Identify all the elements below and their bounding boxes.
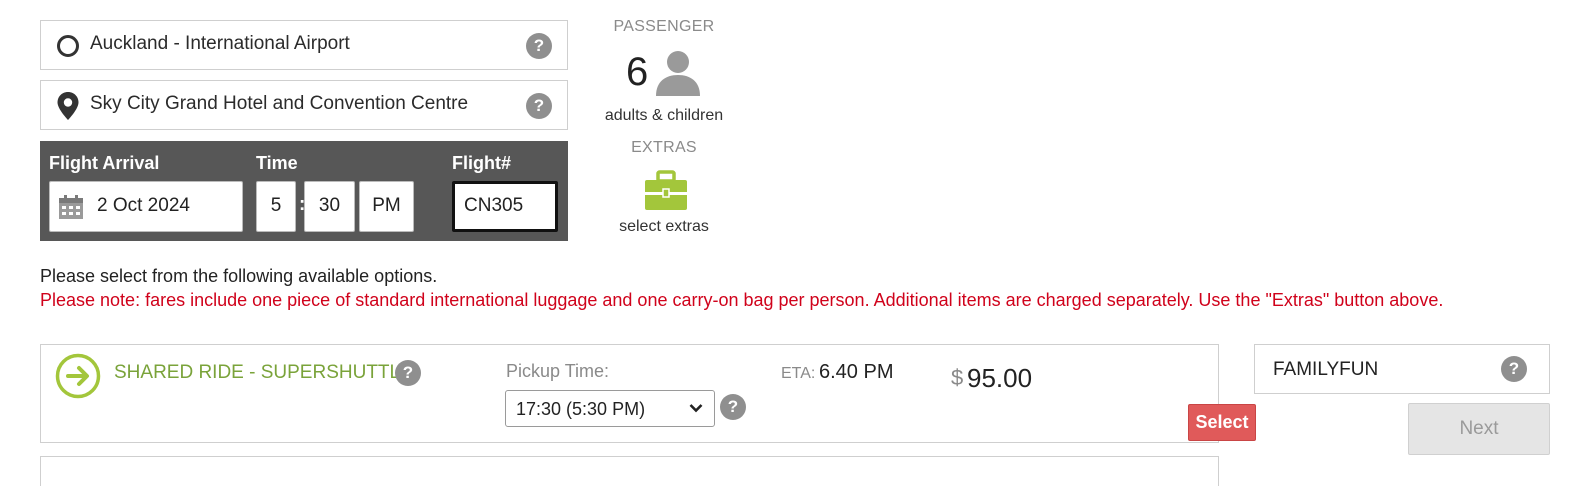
passenger-sublabel: adults & children [604,107,724,124]
person-icon [656,51,700,96]
flight-number-label: Flight# [452,153,511,173]
options-instruction: Please select from the following availab… [40,266,438,286]
time-label: Time [256,153,298,173]
price-currency: $ [951,365,964,390]
pickup-location-text: Auckland - International Airport [90,33,350,54]
circle-icon [57,35,79,57]
dropoff-location-text: Sky City Grand Hotel and Convention Cent… [90,93,469,114]
ampm-value: PM [372,195,401,216]
select-button[interactable]: Select [1188,404,1256,441]
luggage-note: Please note: fares include one piece of … [40,290,1444,310]
map-pin-icon [57,92,79,120]
passenger-heading: PASSENGER [613,18,715,35]
flight-number-input[interactable]: CN305 [452,181,558,232]
next-option-card [40,456,1219,486]
promo-code-value: FAMILYFUN [1273,359,1379,380]
price-value: 95.00 [967,363,1033,393]
pickup-time-help-icon[interactable]: ? [720,394,746,420]
minute-value: 30 [318,195,341,216]
eta-value: 6.40 PM [819,361,894,383]
shuttle-option-card: SHARED RIDE - SUPERSHUTTLE ? Pickup Time… [40,344,1256,443]
passenger-count: 6 [626,50,649,94]
pickup-help-icon[interactable]: ? [526,33,552,59]
minute-input[interactable]: 30 [304,181,355,232]
next-button[interactable]: Next [1408,403,1550,455]
extras-sublabel[interactable]: select extras [594,218,734,236]
flight-number-value: CN305 [464,195,524,216]
dropoff-help-icon[interactable]: ? [526,93,552,119]
pickup-time-label: Pickup Time: [506,361,610,381]
briefcase-icon [645,170,687,210]
flight-arrival-label: Flight Arrival [49,153,160,173]
option-name: SHARED RIDE - SUPERSHUTTLE [114,362,413,383]
promo-code-input[interactable]: FAMILYFUN ? [1254,344,1550,394]
chevron-down-icon [689,404,703,413]
calendar-icon [59,195,83,219]
flight-details-panel: Flight Arrival Time Flight# 2 Oct 2024 5… [40,141,568,241]
arrival-date-value: 2 Oct 2024 [97,195,190,216]
pickup-location-field[interactable]: Auckland - International Airport ? [40,20,568,70]
dropoff-location-field[interactable]: Sky City Grand Hotel and Convention Cent… [40,80,568,130]
promo-help-icon[interactable]: ? [1501,356,1527,382]
extras-button[interactable] [644,170,688,214]
passenger-selector[interactable]: 6 [626,48,706,102]
option-help-icon[interactable]: ? [395,360,421,386]
eta-label: ETA: [781,365,816,382]
arrival-date-input[interactable]: 2 Oct 2024 [49,181,243,232]
hour-value: 5 [270,195,282,216]
pickup-time-value: 17:30 (5:30 PM) [516,399,646,419]
ampm-select[interactable]: PM [359,181,414,232]
arrow-right-circle-icon [55,353,101,399]
pickup-time-dropdown[interactable]: 17:30 (5:30 PM) [505,390,715,427]
hour-input[interactable]: 5 [256,181,296,232]
extras-heading: EXTRAS [631,139,697,156]
